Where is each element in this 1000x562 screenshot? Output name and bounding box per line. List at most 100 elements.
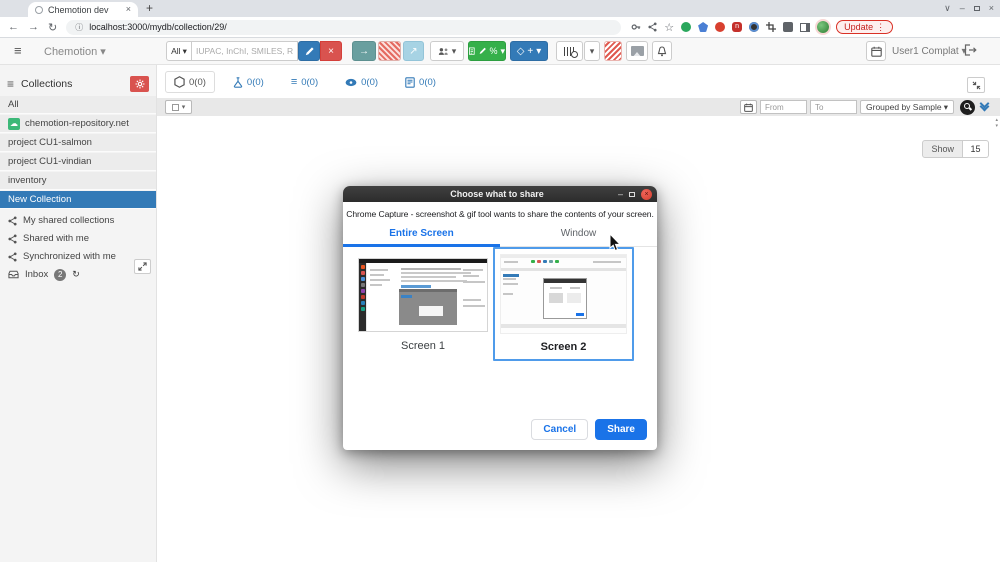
kebab-menu-icon[interactable]: ⋮ [876,22,885,33]
browser-menu-chevron-icon[interactable]: ∨ [944,3,951,14]
extensions-puzzle-icon[interactable] [783,22,793,32]
site-info-icon[interactable]: ⓘ [75,22,83,33]
user-menu[interactable]: User1 Complat ▾ [892,46,967,57]
window-close-button[interactable]: × [989,3,994,13]
search-input[interactable] [192,41,298,61]
tab-sample[interactable]: 0(0) [165,71,215,93]
create-element-button[interactable]: ◇ + ▾ [510,41,548,61]
scan-create-button[interactable]: % ▾ [468,41,506,61]
group-by-select[interactable]: Grouped by Sample ▾ [860,100,954,114]
browser-tab[interactable]: Chemotion dev × [28,2,138,17]
side-panel-icon[interactable] [800,23,810,32]
date-from-input[interactable] [760,100,807,114]
list-collapse-button[interactable] [967,77,985,93]
date-to-input[interactable] [810,100,857,114]
extension-n-icon[interactable]: n [732,22,742,32]
notifications-button[interactable] [652,41,672,61]
share-button[interactable]: Share [595,419,647,440]
screen2-tile-selected[interactable]: Screen 2 [493,247,634,361]
share-page-icon[interactable] [648,22,657,32]
tab-reaction[interactable]: 0(0) [224,71,273,93]
sidebar-item-inbox[interactable]: Inbox 2 ↻ [0,266,156,283]
url-bar[interactable]: ⓘ localhost:3000/mydb/collection/29/ [66,20,621,35]
chevron-down-icon: ▾ [183,46,187,57]
groups-dropdown[interactable]: ▾ [430,41,464,61]
manage-collections-button[interactable] [130,76,149,92]
reload-icon[interactable]: ↻ [48,21,57,34]
date-filter-calendar-icon[interactable] [740,100,757,114]
browser-avatar[interactable] [817,21,829,33]
decor-dot [361,295,365,299]
show-label: Show [922,140,963,158]
extension-camera-icon[interactable] [749,22,759,32]
tab-research-plan[interactable]: 0(0) [396,71,445,93]
extension-green-icon[interactable] [681,22,691,32]
scroll-down-icon[interactable]: ▾ [995,124,998,129]
decor-line [463,305,485,307]
sidebar-item-shared-with-me[interactable]: Shared with me [0,230,156,247]
dialog-message: Chrome Capture - screenshot & gif tool w… [343,209,657,219]
window-minimize-button[interactable]: – [960,3,965,13]
tab-close-icon[interactable]: × [126,5,131,14]
brand-menu[interactable]: Chemotion ▾ [44,45,106,58]
page-size-input[interactable] [963,140,989,158]
barcode-scan-button[interactable] [556,41,583,61]
sidebar-item-chemotion-repository[interactable]: ☁ chemotion-repository.net [0,115,156,133]
decor-dot [361,283,365,287]
animated-inbox-button[interactable] [604,41,622,61]
sidebar-hamburger-icon[interactable]: ≡ [7,77,14,91]
password-key-icon[interactable] [631,22,641,32]
capture-crop-icon[interactable] [766,22,776,32]
inbox-expand-button[interactable] [134,259,151,274]
inbox-refresh-icon[interactable]: ↻ [72,269,80,280]
forward-icon[interactable]: → [28,21,39,33]
extension-paw-icon[interactable] [715,22,725,32]
sample-image-button[interactable] [626,41,648,61]
sidebar-item-project-cu1-salmon[interactable]: project CU1-salmon [0,134,156,152]
calendar-button[interactable] [866,41,886,61]
select-all-checkbox[interactable] [172,104,179,111]
sidebar-item-new-collection[interactable]: New Collection [0,191,156,209]
animated-red-button[interactable] [378,41,401,61]
export-button[interactable]: → [352,41,376,61]
logout-icon[interactable] [964,44,977,56]
barcode-scan-caret[interactable]: ▾ [584,41,600,61]
sidebar-item-label: My shared collections [23,215,114,226]
dialog-titlebar[interactable]: Choose what to share – × [343,186,657,202]
sidebar-item-my-shared-collections[interactable]: My shared collections [0,212,156,229]
clear-search-button[interactable]: × [320,41,342,61]
bookmark-star-icon[interactable]: ☆ [664,21,674,34]
structure-search-button[interactable] [298,41,320,61]
dialog-close-button[interactable]: × [641,189,652,200]
pagination-control: Show [922,140,989,158]
dialog-minimize-button[interactable]: – [618,190,623,199]
tab-window[interactable]: Window [500,228,657,247]
navbar-hamburger-icon[interactable]: ≡ [14,43,22,58]
search-scope-dropdown[interactable]: All▾ [166,41,192,61]
select-all-dropdown[interactable]: ▾ [165,100,192,114]
import-button[interactable]: ↗ [403,41,424,61]
dialog-maximize-button[interactable] [629,192,635,197]
expand-filter-chevron-icon[interactable] [981,104,988,110]
back-icon[interactable]: ← [8,21,19,33]
sidebar-item-synchronized-with-me[interactable]: Synchronized with me [0,248,156,265]
sidebar-item-inventory[interactable]: inventory [0,172,156,190]
sidebar-item-all[interactable]: All [0,96,156,114]
advanced-search-button[interactable] [960,100,975,115]
cancel-button[interactable]: Cancel [531,419,588,440]
tab-screen[interactable]: 0(0) [336,71,387,93]
sidebar-item-project-cu1-vindian[interactable]: project CU1-vindian [0,153,156,171]
image-icon [631,46,644,56]
decor-line [504,261,518,263]
list-scrollbar[interactable]: ▴ ▾ [995,118,998,129]
extension-blue-icon[interactable] [698,22,708,32]
screen1-thumbnail[interactable] [358,258,488,332]
tab-entire-screen[interactable]: Entire Screen [343,228,500,247]
sidebar-item-label: project CU1-vindian [8,153,91,171]
update-button[interactable]: Update ⋮ [836,20,893,34]
tab-wellplate[interactable]: ≡ 0(0) [282,71,327,93]
new-tab-button[interactable]: + [146,1,153,15]
window-restore-button[interactable] [974,6,980,11]
decor-dot [549,260,553,263]
decor-line [401,280,467,282]
